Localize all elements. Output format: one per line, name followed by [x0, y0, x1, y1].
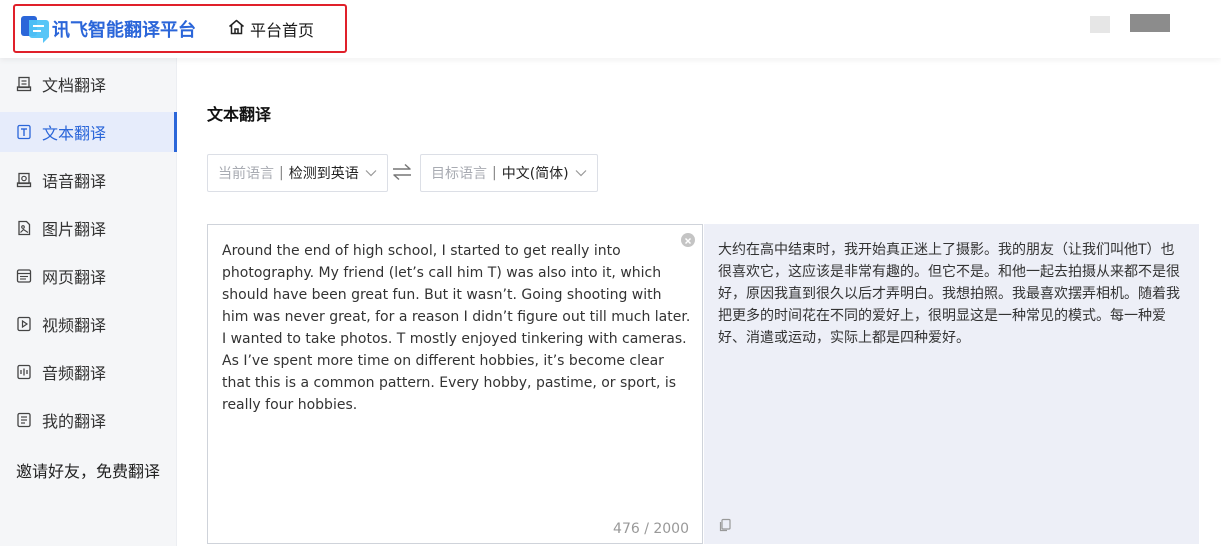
chevron-down-icon: [365, 169, 377, 177]
sidebar-item-document[interactable]: 文档翻译: [0, 64, 177, 104]
sidebar-item-label: 文档翻译: [42, 76, 107, 95]
audio-icon: [16, 364, 32, 380]
sidebar-item-label: 音频翻译: [42, 364, 107, 383]
source-language-value: 检测到英语: [288, 166, 359, 182]
highlight-box: [13, 4, 347, 53]
sidebar-item-label: 视频翻译: [42, 316, 107, 335]
text-icon: [16, 124, 32, 140]
sidebar-item-label: 图片翻译: [42, 220, 107, 239]
sidebar-item-label: 文本翻译: [42, 124, 107, 143]
avatar[interactable]: [1090, 16, 1110, 33]
sidebar-item-label: 我的翻译: [42, 412, 107, 431]
sidebar-item-video[interactable]: 视频翻译: [0, 304, 177, 344]
target-language-value: 中文(简体): [501, 166, 569, 182]
translated-text: 大约在高中结束时，我开始真正迷上了摄影。我的朋友（让我们叫他T）也很喜欢它，这应…: [718, 242, 1180, 346]
sidebar-item-my-translation[interactable]: 我的翻译: [0, 400, 177, 440]
clear-button[interactable]: [681, 233, 695, 247]
sidebar-item-label: 语音翻译: [42, 172, 107, 191]
translation-output: 大约在高中结束时，我开始真正迷上了摄影。我的朋友（让我们叫他T）也很喜欢它，这应…: [704, 224, 1199, 544]
sidebar-item-label: 网页翻译: [42, 268, 107, 287]
document-icon: [16, 76, 32, 92]
source-text[interactable]: Around the end of high school, I started…: [222, 240, 692, 416]
sidebar-item-image[interactable]: 图片翻译: [0, 208, 177, 248]
divider: |: [492, 165, 497, 181]
sidebar-item-text[interactable]: 文本翻译: [0, 112, 177, 152]
target-language-select[interactable]: 目标语言 | 中文(简体): [420, 154, 598, 192]
copy-icon: [719, 518, 731, 532]
close-icon: [685, 238, 691, 244]
voice-icon: [16, 172, 32, 188]
sidebar-item-voice[interactable]: 语音翻译: [0, 160, 177, 200]
source-text-input[interactable]: Around the end of high school, I started…: [207, 224, 703, 544]
source-language-select[interactable]: 当前语言 | 检测到英语: [207, 154, 388, 192]
swap-icon: [392, 163, 412, 185]
sidebar: 文档翻译 文本翻译 语音翻译 图片翻译 网页翻译 视频翻译 音频翻译 我的翻译 …: [0, 58, 177, 546]
invite-friends-link[interactable]: 邀请好友，免费翻译: [16, 458, 160, 482]
top-header: 讯飞智能翻译平台 平台首页: [0, 0, 1221, 58]
target-language-label: 目标语言: [431, 166, 487, 182]
my-translation-icon: [16, 412, 32, 428]
user-menu[interactable]: [1130, 14, 1170, 32]
video-icon: [16, 316, 32, 332]
image-icon: [16, 220, 32, 236]
chevron-down-icon: [575, 169, 587, 177]
swap-languages-button[interactable]: [392, 163, 412, 185]
sidebar-item-audio[interactable]: 音频翻译: [0, 352, 177, 392]
sidebar-item-webpage[interactable]: 网页翻译: [0, 256, 177, 296]
copy-button[interactable]: [718, 517, 732, 536]
source-language-label: 当前语言: [218, 166, 274, 182]
webpage-icon: [16, 268, 32, 284]
char-counter: 476 / 2000: [613, 521, 689, 537]
divider: |: [279, 165, 284, 181]
page-title: 文本翻译: [207, 105, 272, 124]
